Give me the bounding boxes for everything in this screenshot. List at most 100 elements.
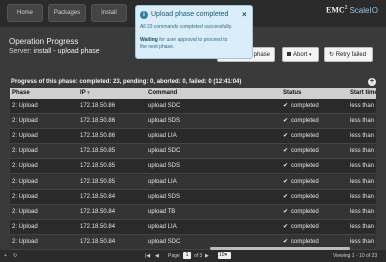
cell-command: upload SDC	[148, 238, 181, 245]
cell-ip: 172.18.50.86	[80, 133, 116, 140]
server-key: Server:	[9, 48, 32, 55]
notification-title: Upload phase completed	[151, 11, 229, 18]
pager-bar: + ↻ |◀ ◀ Page 1 of 3 ▶ 10▾ Viewing 1 - 1…	[0, 250, 386, 262]
check-icon: ✔	[283, 148, 289, 155]
cell-command: upload LIA	[148, 133, 177, 140]
cell-phase: 2: Upload	[12, 133, 38, 140]
col-phase[interactable]: Phase	[12, 88, 30, 99]
viewing-count: Viewing 1 - 10 of 23	[333, 253, 378, 259]
retry-failed-button[interactable]: ↻ Retry failed	[324, 47, 373, 62]
table-row[interactable]: ✔ 2: Upload 172.18.50.85 upload SDS complete…	[10, 159, 376, 175]
col-command[interactable]: Command	[148, 88, 177, 99]
table-row[interactable]: ✔ 2: Upload 172.18.50.86 upload SDS complete…	[10, 114, 376, 130]
cell-command: upload LIA	[148, 223, 177, 230]
cell-command: upload SDS	[148, 118, 181, 125]
table-header: Phase IP ▾ Command Status Start time	[10, 88, 376, 99]
sort-desc-icon: ▾	[87, 90, 90, 96]
cell-phase: 2: Upload	[12, 148, 38, 155]
cell-status: completed	[291, 208, 319, 215]
cell-phase: 2: Upload	[12, 238, 38, 245]
cell-status: completed	[291, 103, 319, 109]
cell-ip: 172.18.50.86	[80, 118, 116, 125]
cell-status: completed	[291, 118, 319, 125]
cell-command: upload SDC	[148, 103, 181, 109]
table-row[interactable]: ✔ 2: Upload 172.18.50.86 upload LIA complete…	[10, 129, 376, 145]
check-icon: ✔	[283, 133, 289, 140]
table-row[interactable]: ✔ 2: Upload 172.18.50.84 upload LIA complete…	[10, 219, 376, 235]
table-row[interactable]: ✔ 2: Upload 172.18.50.85 upload LIA complete…	[10, 174, 376, 190]
per-page-value: 10	[219, 252, 225, 258]
table-row[interactable]: ✔ 2: Upload 172.18.50.86 upload SDC complete…	[10, 99, 376, 114]
commands-table: Phase IP ▾ Command Status Start time ✔ 2:…	[10, 88, 376, 250]
cell-status: completed	[291, 148, 319, 155]
cell-command: upload TB	[148, 208, 176, 215]
prev-page-icon[interactable]: ◀	[155, 252, 159, 260]
brand-logo: EMC2 ScaleIO	[326, 5, 378, 15]
cell-command: upload SDC	[148, 148, 181, 155]
cell-start-time: less than a	[350, 133, 376, 140]
table-row[interactable]: ✔ 2: Upload 172.18.50.84 upload SDS complete…	[10, 189, 376, 205]
notification-summary: All 23 commands completed successfully.	[140, 24, 233, 30]
cell-start-time: less than a	[350, 178, 376, 185]
check-icon: ✔	[283, 118, 289, 125]
cell-ip: 172.18.50.84	[80, 193, 116, 200]
info-icon: i	[140, 11, 148, 19]
col-start-time[interactable]: Start time	[350, 88, 376, 99]
table-row[interactable]: ✔ 2: Upload 172.18.50.84 upload TB completed…	[10, 204, 376, 220]
cell-phase: 2: Upload	[12, 118, 38, 125]
cell-status: completed	[291, 193, 319, 200]
nav-packages-button[interactable]: Packages	[48, 4, 86, 22]
nav-install-button[interactable]: Install	[91, 4, 127, 22]
col-status[interactable]: Status	[283, 88, 301, 99]
cell-start-time: less than a	[350, 148, 376, 155]
close-icon[interactable]: ×	[242, 10, 247, 19]
col-ip-label: IP	[80, 90, 86, 96]
cell-command: upload SDS	[148, 163, 181, 170]
cell-start-time: less than a	[350, 163, 376, 170]
cell-command: upload SDS	[148, 193, 181, 200]
stop-icon	[287, 52, 291, 57]
next-page-icon[interactable]: ▶	[205, 252, 209, 260]
refresh-icon[interactable]: ↻	[13, 252, 17, 260]
col-ip[interactable]: IP ▾	[80, 88, 90, 99]
check-icon: ✔	[283, 208, 289, 215]
abort-button[interactable]: Abort ▾	[282, 47, 319, 62]
table-row[interactable]: ✔ 2: Upload 172.18.50.85 upload SDC complete…	[10, 144, 376, 160]
page-of-label: of 3	[194, 253, 203, 259]
retry-label: Retry failed	[335, 52, 367, 58]
cell-status: completed	[291, 133, 319, 140]
cell-start-time: less than a	[350, 118, 376, 125]
cell-ip: 172.18.50.86	[80, 103, 116, 109]
upload-complete-notification: i Upload phase completed × All 23 comman…	[135, 5, 253, 59]
page-label: Page	[168, 253, 180, 259]
cell-phase: 2: Upload	[12, 103, 38, 109]
notification-next-phase: the next phase.	[140, 44, 175, 50]
cell-status: completed	[291, 163, 319, 170]
notification-waiting: Waiting for user approval to proceed to	[140, 37, 228, 43]
cell-ip: 172.18.50.84	[80, 208, 116, 215]
cell-start-time: less than a	[350, 223, 376, 230]
cell-status: completed	[291, 223, 319, 230]
add-icon[interactable]: +	[4, 252, 7, 260]
cell-phase: 2: Upload	[12, 178, 38, 185]
expand-plus-icon[interactable]: +	[368, 78, 376, 86]
check-icon: ✔	[283, 178, 289, 185]
cell-ip: 172.18.50.85	[80, 148, 116, 155]
page-input[interactable]: 1	[183, 252, 191, 259]
page-title: Operation Progress	[9, 37, 79, 46]
check-icon: ✔	[283, 103, 289, 109]
cell-ip: 172.18.50.84	[80, 223, 116, 230]
first-page-icon[interactable]: |◀	[145, 252, 150, 260]
cell-phase: 2: Upload	[12, 208, 38, 215]
nav-home-button[interactable]: Home	[7, 4, 43, 22]
cell-ip: 172.18.50.84	[80, 238, 116, 245]
cell-start-time: less than a	[350, 193, 376, 200]
cell-start-time: less than a	[350, 208, 376, 215]
server-info: Server: install - upload phase	[9, 48, 100, 55]
check-icon: ✔	[283, 193, 289, 200]
per-page-select[interactable]: 10▾	[218, 252, 231, 259]
cell-command: upload LIA	[148, 178, 177, 185]
dropdown-caret-icon: ▾	[309, 52, 312, 58]
phase-progress-summary: Progress of this phase: completed: 23, p…	[11, 79, 242, 85]
cell-status: completed	[291, 178, 319, 185]
